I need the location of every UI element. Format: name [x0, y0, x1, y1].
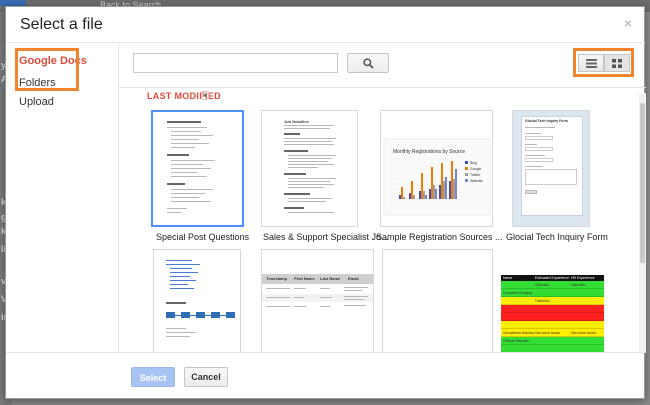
sort-chevron-icon[interactable]	[201, 91, 209, 100]
thumbnail-status-cell: Unexplained Baloney	[503, 331, 535, 335]
close-x-icon[interactable]: ×	[624, 15, 632, 31]
file-thumbnail-spreadsheet: Name Estimated Experience HR Experience Opt…	[501, 275, 604, 353]
file-thumbnail-spreadsheet: Monthly Registrations by Source Blog Goog…	[380, 110, 493, 227]
thumbnail-status-cell: Oblique Slapdash	[503, 339, 530, 343]
thumbnail-status-row: Oblique Slapdash	[501, 337, 604, 345]
nav-item-upload[interactable]: Upload	[19, 96, 54, 108]
thumbnail-bar	[413, 195, 415, 199]
thumbnail-legend-swatch	[465, 161, 468, 164]
thumbnail-status-cell: Has some issues	[571, 331, 597, 335]
thumbnail-bar	[401, 187, 403, 199]
thumbnail-bar	[445, 177, 447, 199]
thumbnail-legend-label: Twitter	[470, 173, 481, 177]
thumbnail-status-row	[501, 321, 604, 329]
thumbnail-status-row: Unexplained Baloney Has some issues Has so…	[501, 329, 604, 337]
thumbnail-status-row: Completed/Keeping	[501, 289, 604, 297]
thumbnail-bar	[411, 181, 413, 199]
file-thumbnail-document: Job Headline	[261, 110, 358, 227]
cancel-button[interactable]: Cancel	[184, 367, 228, 387]
file-name: Special Post Questions	[156, 232, 250, 242]
search-input[interactable]	[133, 53, 338, 73]
thumbnail-status-table: Name Estimated Experience HR Experience Opt…	[501, 275, 604, 353]
thumbnail-bar	[433, 185, 435, 199]
toolbar	[119, 43, 646, 88]
thumbnail-legend-label: Website	[470, 179, 483, 183]
file-thumbnail-form: Glocial Tech Inquiry Form	[512, 110, 590, 227]
thumbnail-bar	[439, 185, 441, 199]
thumbnail-legend-label: Google	[470, 167, 481, 171]
thumbnail-legend-swatch	[465, 167, 468, 170]
thumbnail-status-cell: Completed/Keeping	[503, 291, 532, 295]
file-thumbnail-document	[151, 110, 244, 227]
thumbnail-status-row: Fastidious	[501, 297, 604, 305]
thumbnail-status-cell: Has some issues	[535, 331, 561, 335]
nav-annotation-highlight	[15, 48, 79, 91]
thumbnail-status-cell: Optimistic	[571, 283, 586, 287]
thumbnail-bar	[449, 181, 451, 199]
thumbnail-legend-swatch	[465, 179, 468, 182]
file-thumbnail-blank	[382, 249, 493, 353]
thumbnail-legend-swatch	[465, 173, 468, 176]
file-name: Sales & Support Specialist Jo...	[263, 232, 389, 242]
thumbnail-status-cell: Fastidious	[535, 299, 551, 303]
thumbnail-bar	[423, 191, 425, 199]
search-icon	[363, 58, 374, 69]
thumbnail-table-header: First Name	[294, 276, 315, 281]
thumbnail-bar	[443, 181, 445, 199]
thumbnail-table-header: Last Name	[320, 276, 341, 281]
thumbnail-chart-title: Monthly Registrations by Source	[393, 149, 465, 155]
scrollbar-thumb[interactable]	[640, 103, 645, 263]
thumbnail-bar	[453, 179, 455, 199]
file-thumbnail-spreadsheet: Timestamp First Name Last Name Email	[261, 249, 374, 353]
view-toggle-annotation-highlight	[573, 48, 634, 77]
file-name: Sample Registration Sources ...	[376, 232, 503, 242]
dialog-footer: Select Cancel	[6, 352, 646, 399]
thumbnail-status-row	[501, 305, 604, 313]
thumbnail-status-cell: Optimistic	[535, 283, 550, 287]
file-picker-dialog: Select a file × Google Docs Folders Uplo…	[5, 6, 646, 399]
file-name: Glocial Tech Inquiry Form	[506, 232, 608, 242]
thumbnail-status-header-cell: HR Experience	[571, 276, 595, 280]
thumbnail-form-page: Glocial Tech Inquiry Form	[521, 116, 583, 216]
scrollbar[interactable]	[639, 93, 646, 353]
thumbnail-status-header-cell: Name	[503, 276, 513, 280]
thumbnail-bar	[399, 195, 401, 199]
thumbnail-bar	[425, 195, 427, 199]
thumbnail-bar	[441, 163, 443, 199]
thumbnail-bar	[431, 167, 433, 199]
sort-last-modified[interactable]: LAST MODIFIED	[147, 91, 221, 101]
thumbnail-table-header: Timestamp	[266, 276, 288, 281]
thumbnail-bar	[429, 189, 431, 199]
thumbnail-bar	[421, 173, 423, 199]
thumbnail-bar	[419, 191, 421, 199]
file-browser: LAST MODIFIED Special Post Questions Job…	[118, 42, 646, 353]
thumbnail-bar	[403, 197, 405, 199]
dialog-title: Select a file	[20, 16, 103, 33]
thumbnail-status-row: Optimistic Optimistic	[501, 281, 604, 289]
thumbnail-bar	[451, 161, 453, 199]
search-button[interactable]	[347, 53, 389, 73]
thumbnail-form-title: Glocial Tech Inquiry Form	[525, 119, 568, 123]
thumbnail-bar-chart: Monthly Registrations by Source Blog Goog…	[381, 111, 492, 226]
thumbnail-status-row	[501, 313, 604, 321]
thumbnail-status-header-cell: Estimated Experience	[535, 276, 570, 280]
thumbnail-table-header: Email	[348, 276, 359, 281]
file-thumbnail-document	[153, 249, 241, 353]
thumbnail-heading: Job Headline	[284, 119, 309, 124]
select-button[interactable]: Select	[131, 367, 175, 387]
thumbnail-bar	[435, 189, 437, 199]
thumbnail-bar	[455, 169, 457, 199]
thumbnail-bar	[409, 193, 411, 199]
thumbnail-legend-label: Blog	[470, 161, 477, 165]
